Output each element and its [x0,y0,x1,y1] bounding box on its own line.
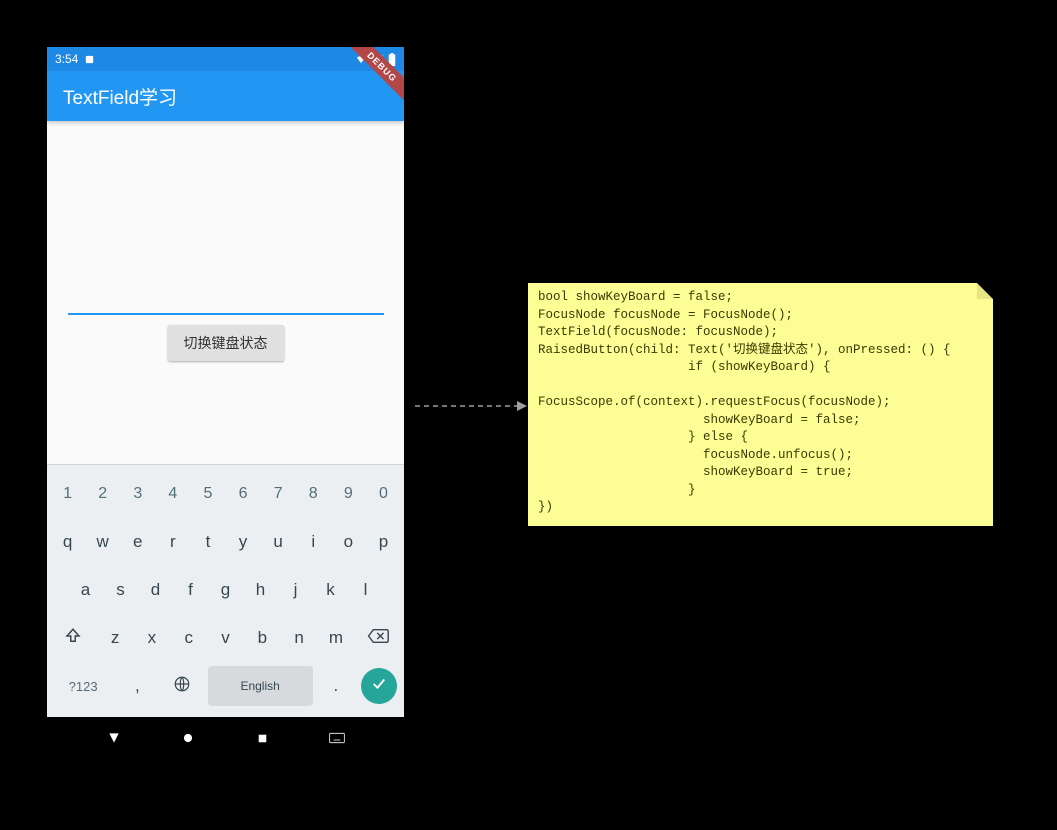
key-b[interactable]: b [246,618,279,658]
notification-icon [84,54,95,65]
key-o[interactable]: o [333,522,364,562]
key-q[interactable]: q [52,522,83,562]
code-snippet: bool showKeyBoard = false; FocusNode foc… [538,289,983,517]
nav-home-button[interactable] [168,731,208,745]
key-s[interactable]: s [105,570,136,610]
key-backspace[interactable] [356,618,399,658]
shift-icon [64,627,82,650]
phone-frame: DEBUG 3:54 TextField学习 切换键盘状态 [47,47,404,759]
key-r[interactable]: r [157,522,188,562]
key-l[interactable]: l [350,570,381,610]
nav-recent-button[interactable] [243,732,283,745]
arrow-connector [413,400,529,412]
key-k[interactable]: k [315,570,346,610]
key-enter[interactable] [361,668,397,704]
keyboard-row-numbers: 1 2 3 4 5 6 7 8 9 0 [50,471,401,517]
keyboard-row-2: a s d f g h j k l [50,567,401,613]
key-u[interactable]: u [263,522,294,562]
key-n[interactable]: n [283,618,316,658]
app-bar: TextField学习 [47,71,404,121]
key-0[interactable]: 0 [368,474,399,514]
key-y[interactable]: y [228,522,259,562]
nav-ime-button[interactable] [317,732,357,744]
key-x[interactable]: x [135,618,168,658]
backspace-icon [367,628,389,649]
key-4[interactable]: 4 [157,474,188,514]
toggle-keyboard-button[interactable]: 切换键盘状态 [168,325,284,361]
key-i[interactable]: i [298,522,329,562]
key-1[interactable]: 1 [52,474,83,514]
key-9[interactable]: 9 [333,474,364,514]
key-g[interactable]: g [210,570,241,610]
key-globe[interactable] [160,666,203,706]
key-6[interactable]: 6 [228,474,259,514]
keyboard-row-1: q w e r t y u i o p [50,519,401,565]
key-3[interactable]: 3 [122,474,153,514]
key-shift[interactable] [52,618,95,658]
key-v[interactable]: v [209,618,242,658]
key-2[interactable]: 2 [87,474,118,514]
status-bar: 3:54 [47,47,404,71]
key-c[interactable]: c [172,618,205,658]
keyboard-row-4: ?123 , English . [50,663,401,709]
check-icon [370,675,388,698]
key-m[interactable]: m [320,618,353,658]
key-language[interactable]: English [208,666,313,706]
key-h[interactable]: h [245,570,276,610]
key-symbols[interactable]: ?123 [52,666,114,706]
key-a[interactable]: a [70,570,101,610]
key-t[interactable]: t [192,522,223,562]
key-j[interactable]: j [280,570,311,610]
app-title: TextField学习 [63,83,177,110]
key-e[interactable]: e [122,522,153,562]
status-time: 3:54 [55,52,78,66]
key-8[interactable]: 8 [298,474,329,514]
key-z[interactable]: z [99,618,132,658]
code-note: bool showKeyBoard = false; FocusNode foc… [528,283,993,526]
key-f[interactable]: f [175,570,206,610]
app-body: 切换键盘状态 [47,121,404,464]
soft-keyboard: 1 2 3 4 5 6 7 8 9 0 q w e r t y u i o p … [47,464,404,717]
key-w[interactable]: w [87,522,118,562]
key-p[interactable]: p [368,522,399,562]
key-5[interactable]: 5 [192,474,223,514]
key-comma[interactable]: , [118,666,156,706]
key-period[interactable]: . [317,666,355,706]
key-d[interactable]: d [140,570,171,610]
text-field-input[interactable] [68,291,384,315]
nav-back-button[interactable] [94,731,134,745]
android-nav-bar [47,717,404,759]
keyboard-row-3: z x c v b n m [50,615,401,661]
globe-icon [173,675,191,698]
key-7[interactable]: 7 [263,474,294,514]
